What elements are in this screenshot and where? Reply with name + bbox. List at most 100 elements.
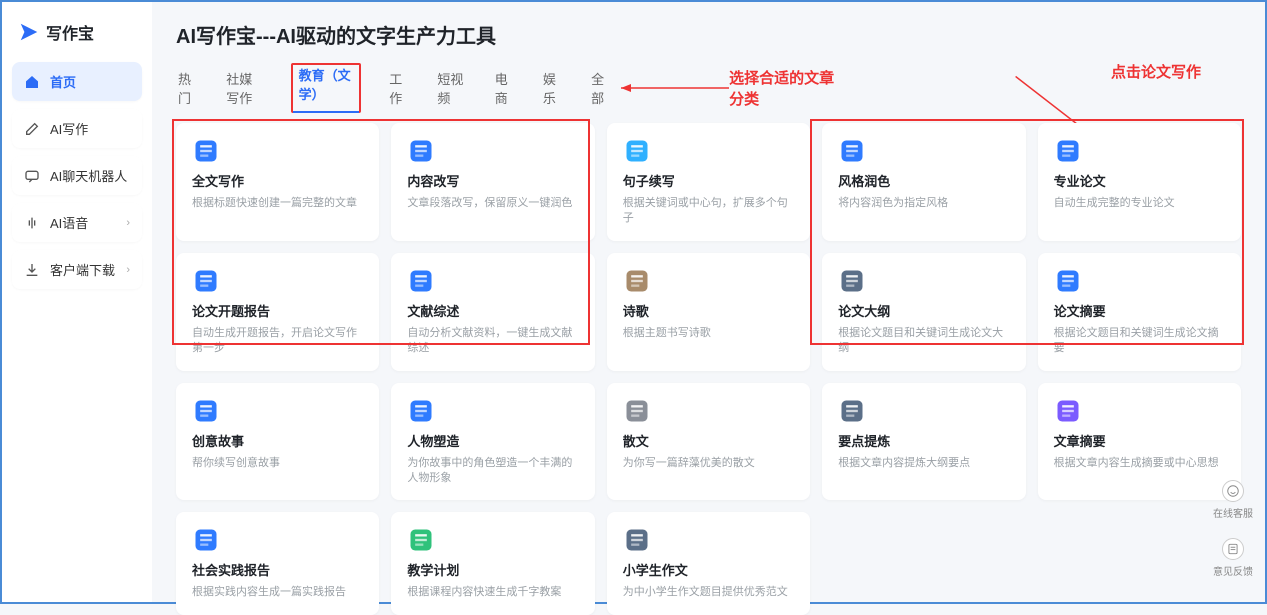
card-title: 内容改写 [407,171,578,190]
card-11[interactable]: 人物塑造为你故事中的角色塑造一个丰满的人物形象 [391,383,594,501]
card-icon [838,267,866,295]
card-8[interactable]: 论文大纲根据论文题目和关键词生成论文大纲 [822,253,1025,371]
sidebar-label: AI语音 [50,213,88,232]
card-12[interactable]: 散文为你写一篇辞藻优美的散文 [607,383,810,501]
card-3[interactable]: 风格润色将内容润色为指定风格 [822,123,1025,241]
support-label: 在线客服 [1213,505,1253,520]
brand-logo-icon [18,21,40,43]
sidebar-label: AI聊天机器人 [50,166,127,185]
sidebar-item-aivoice[interactable]: AI语音 › [12,203,142,242]
card-5[interactable]: 论文开题报告自动生成开题报告，开启论文写作第一步 [176,253,379,371]
sidebar: 写作宝 首页 AI写作 AI聊天机器人 AI语音 › 客户端下载 › [2,2,152,602]
card-title: 教学计划 [407,560,578,579]
tab-education[interactable]: 教育（文学） [291,63,362,113]
card-6[interactable]: 文献综述自动分析文献资料，一键生成文献综述 [391,253,594,371]
tab-entertainment[interactable]: 娱乐 [541,63,563,113]
card-desc: 为你写一篇辞藻优美的散文 [623,456,794,471]
card-desc: 根据文章内容提炼大纲要点 [838,456,1009,471]
card-16[interactable]: 教学计划根据课程内容快速生成千字教案 [391,512,594,614]
card-icon [1054,397,1082,425]
card-title: 要点提炼 [838,431,1009,450]
card-title: 句子续写 [623,171,794,190]
chevron-right-icon: › [126,217,130,229]
card-title: 论文开题报告 [192,301,363,320]
card-desc: 文章段落改写，保留原义一键润色 [407,196,578,211]
card-desc: 根据论文题目和关键词生成论文摘要 [1054,326,1225,357]
card-0[interactable]: 全文写作根据标题快速创建一篇完整的文章 [176,123,379,241]
card-icon [838,137,866,165]
tab-ecommerce[interactable]: 电商 [493,63,515,113]
card-15[interactable]: 社会实践报告根据实践内容生成一篇实践报告 [176,512,379,614]
card-icon [623,397,651,425]
card-title: 论文摘要 [1054,301,1225,320]
card-desc: 将内容润色为指定风格 [838,196,1009,211]
tab-work[interactable]: 工作 [387,63,409,113]
card-title: 人物塑造 [407,431,578,450]
card-4[interactable]: 专业论文自动生成完整的专业论文 [1038,123,1241,241]
sidebar-item-home[interactable]: 首页 [12,62,142,101]
support-button[interactable]: 在线客服 [1213,480,1253,520]
card-desc: 根据实践内容生成一篇实践报告 [192,585,363,600]
card-desc: 为中小学生作文题目提供优秀范文 [623,585,794,600]
card-icon [1054,137,1082,165]
card-7[interactable]: 诗歌根据主题书写诗歌 [607,253,810,371]
card-icon [192,137,220,165]
card-10[interactable]: 创意故事帮你续写创意故事 [176,383,379,501]
annotation-arrow-left-icon [621,78,729,98]
card-icon [838,397,866,425]
card-desc: 自动分析文献资料，一键生成文献综述 [407,326,578,357]
sidebar-item-aichat[interactable]: AI聊天机器人 [12,156,142,195]
support-icon [1222,480,1244,502]
sidebar-label: 客户端下载 [50,260,115,279]
card-icon [623,526,651,554]
card-icon [407,397,435,425]
home-icon [24,74,40,90]
card-title: 小学生作文 [623,560,794,579]
card-9[interactable]: 论文摘要根据论文题目和关键词生成论文摘要 [1038,253,1241,371]
card-icon [407,267,435,295]
card-title: 文章摘要 [1054,431,1225,450]
card-desc: 帮你续写创意故事 [192,456,363,471]
voice-icon [24,215,40,231]
card-desc: 根据标题快速创建一篇完整的文章 [192,196,363,211]
card-icon [192,267,220,295]
card-2[interactable]: 句子续写根据关键词或中心句，扩展多个句子 [607,123,810,241]
chevron-right-icon: › [126,264,130,276]
card-14[interactable]: 文章摘要根据文章内容生成摘要或中心思想 [1038,383,1241,501]
feedback-button[interactable]: 意见反馈 [1213,538,1253,578]
page-title: AI写作宝---AI驱动的文字生产力工具 [176,20,1241,49]
category-tabs: 热门 社媒写作 教育（文学） 工作 短视频 电商 娱乐 全部 [176,63,611,113]
sidebar-item-aiwrite[interactable]: AI写作 [12,109,142,148]
card-desc: 自动生成完整的专业论文 [1054,196,1225,211]
card-title: 风格润色 [838,171,1009,190]
card-desc: 自动生成开题报告，开启论文写作第一步 [192,326,363,357]
card-desc: 根据关键词或中心句，扩展多个句子 [623,196,794,227]
edit-icon [24,121,40,137]
tabs-row: 热门 社媒写作 教育（文学） 工作 短视频 电商 娱乐 全部 选择合适的文章分类… [176,63,1241,113]
card-icon [623,267,651,295]
card-icon [192,397,220,425]
tab-all[interactable]: 全部 [589,63,611,113]
card-desc: 根据课程内容快速生成千字教案 [407,585,578,600]
card-13[interactable]: 要点提炼根据文章内容提炼大纲要点 [822,383,1025,501]
feedback-label: 意见反馈 [1213,563,1253,578]
tab-social[interactable]: 社媒写作 [224,63,264,113]
annotation-right: 点击论文写作 [1111,61,1201,82]
card-desc: 为你故事中的角色塑造一个丰满的人物形象 [407,456,578,487]
tab-shortvideo[interactable]: 短视频 [435,63,466,113]
card-title: 全文写作 [192,171,363,190]
card-17[interactable]: 小学生作文为中小学生作文题目提供优秀范文 [607,512,810,614]
tab-hot[interactable]: 热门 [176,63,198,113]
card-icon [407,137,435,165]
chat-icon [24,168,40,184]
card-title: 社会实践报告 [192,560,363,579]
sidebar-label: 首页 [50,72,76,91]
card-title: 诗歌 [623,301,794,320]
brand: 写作宝 [12,16,142,54]
card-1[interactable]: 内容改写文章段落改写，保留原义一键润色 [391,123,594,241]
sidebar-label: AI写作 [50,119,88,138]
download-icon [24,262,40,278]
card-title: 专业论文 [1054,171,1225,190]
brand-name: 写作宝 [46,20,94,44]
sidebar-item-download[interactable]: 客户端下载 › [12,250,142,289]
